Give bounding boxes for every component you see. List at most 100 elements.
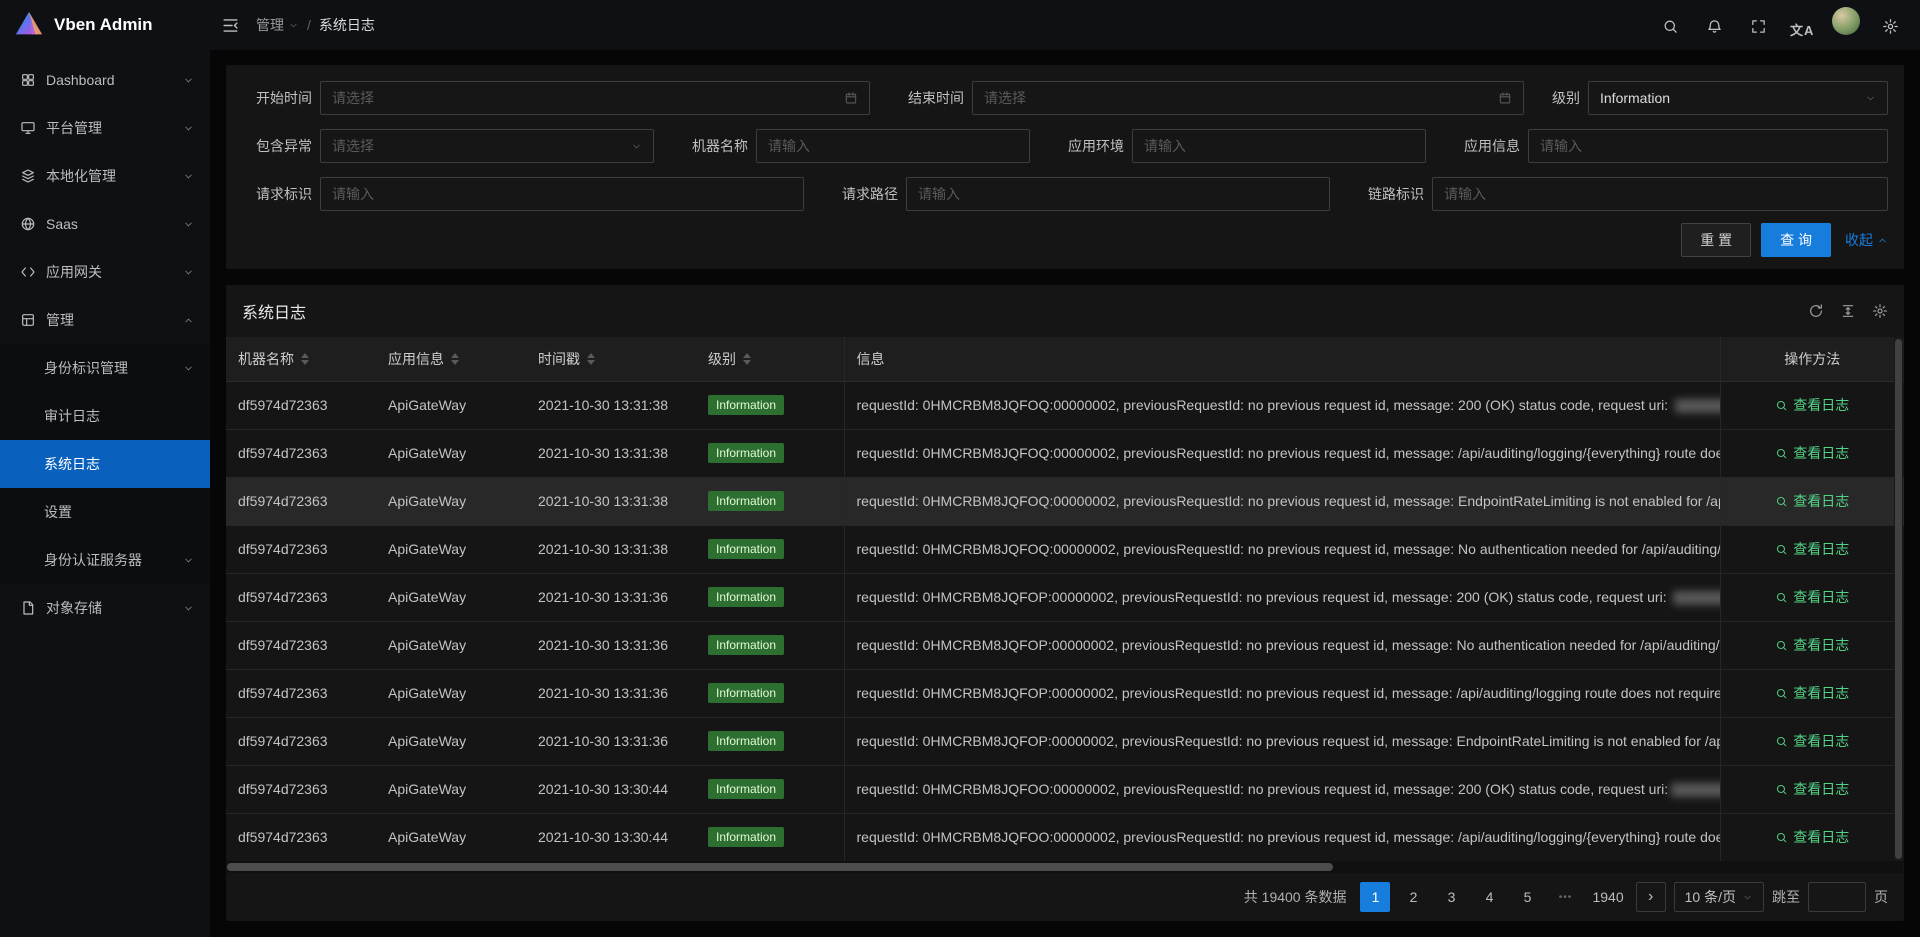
table-row[interactable]: df5974d72363ApiGateWay2021-10-30 13:31:3… — [226, 525, 1904, 573]
app-info-input[interactable] — [1540, 138, 1876, 154]
pagination-ellipsis: ••• — [1550, 882, 1580, 912]
sidebar-item-saas[interactable]: Saas — [0, 200, 210, 248]
search-icon — [1775, 639, 1788, 652]
sidebar-item-object-storage[interactable]: 对象存储 — [0, 584, 210, 632]
table-row[interactable]: df5974d72363ApiGateWay2021-10-30 13:30:4… — [226, 813, 1904, 861]
view-log-link[interactable]: 查看日志 — [1775, 395, 1849, 415]
sidebar-item-dashboard[interactable]: Dashboard — [0, 56, 210, 104]
app-environment-control[interactable] — [1132, 129, 1426, 163]
search-trigger[interactable] — [1651, 1, 1691, 51]
table-row[interactable]: df5974d72363ApiGateWay2021-10-30 13:31:3… — [226, 669, 1904, 717]
chevron-down-icon — [1742, 892, 1753, 903]
sort-icon[interactable] — [587, 353, 595, 365]
search-button[interactable]: 查 询 — [1761, 223, 1831, 257]
machine-name-input[interactable] — [768, 138, 1018, 154]
request-id-control[interactable] — [320, 177, 804, 211]
view-log-link[interactable]: 查看日志 — [1775, 539, 1849, 559]
end-time-picker[interactable] — [972, 81, 1524, 115]
sidebar-item-system-logs[interactable]: 系统日志 — [0, 440, 210, 488]
sidebar-item-localization[interactable]: 本地化管理 — [0, 152, 210, 200]
search-icon — [1775, 687, 1788, 700]
view-log-link[interactable]: 查看日志 — [1775, 491, 1849, 511]
horizontal-scrollbar-thumb[interactable] — [227, 863, 1333, 871]
column-header[interactable]: 应用信息 — [376, 337, 526, 381]
include-exception-select[interactable]: 请选择 — [320, 129, 654, 163]
level-select[interactable]: Information — [1588, 81, 1888, 115]
page-button[interactable]: 1 — [1360, 882, 1390, 912]
sidebar-item-settings[interactable]: 设置 — [0, 488, 210, 536]
view-log-link[interactable]: 查看日志 — [1775, 779, 1849, 799]
sidebar-item-auth-server[interactable]: 身份认证服务器 — [0, 536, 210, 584]
sidebar-item-platform[interactable]: 平台管理 — [0, 104, 210, 152]
table-row[interactable]: df5974d72363ApiGateWay2021-10-30 13:31:3… — [226, 477, 1904, 525]
app-info-control[interactable] — [1528, 129, 1888, 163]
chevron-down-icon — [183, 75, 194, 86]
view-log-link[interactable]: 查看日志 — [1775, 587, 1849, 607]
vertical-scrollbar[interactable] — [1894, 337, 1903, 861]
view-log-link[interactable]: 查看日志 — [1775, 827, 1849, 847]
settings-trigger[interactable] — [1870, 1, 1910, 51]
locale-trigger[interactable]: 文A — [1782, 4, 1822, 54]
reset-button[interactable]: 重 置 — [1681, 223, 1751, 257]
trace-id-input[interactable] — [1444, 186, 1876, 202]
sidebar-item-management[interactable]: 管理 — [0, 296, 210, 344]
vertical-scrollbar-thumb[interactable] — [1895, 339, 1902, 859]
table-row[interactable]: df5974d72363ApiGateWay2021-10-30 13:30:4… — [226, 765, 1904, 813]
fullscreen-trigger[interactable] — [1738, 1, 1778, 51]
collapse-link[interactable]: 收起 — [1845, 230, 1888, 250]
table-row[interactable]: df5974d72363ApiGateWay2021-10-30 13:31:3… — [226, 429, 1904, 477]
row-height-icon[interactable] — [1840, 303, 1856, 319]
page-size-select[interactable]: 10 条/页 — [1674, 882, 1764, 912]
machine-name-label: 机器名称 — [678, 136, 748, 156]
user-menu[interactable] — [1826, 0, 1866, 46]
sort-icon[interactable] — [451, 353, 459, 365]
page-button[interactable]: 2 — [1398, 882, 1428, 912]
notification-trigger[interactable] — [1694, 1, 1734, 51]
sidebar-item-audit-logs[interactable]: 审计日志 — [0, 392, 210, 440]
app-environment-label: 应用环境 — [1054, 136, 1124, 156]
end-time-input[interactable] — [984, 90, 1490, 106]
refresh-icon[interactable] — [1808, 303, 1824, 319]
logo[interactable]: Vben Admin — [0, 0, 210, 50]
action-cell: 查看日志 — [1720, 621, 1904, 669]
machine-name-cell: df5974d72363 — [226, 477, 376, 525]
page-button[interactable]: 1940 — [1588, 882, 1627, 912]
table-row[interactable]: df5974d72363ApiGateWay2021-10-30 13:31:3… — [226, 717, 1904, 765]
app-environment-input[interactable] — [1144, 138, 1414, 154]
breadcrumb-root[interactable]: 管理 — [256, 15, 299, 35]
column-header[interactable]: 时间戳 — [526, 337, 696, 381]
menu-fold-button[interactable] — [210, 0, 250, 50]
next-page-button[interactable]: › — [1636, 882, 1666, 912]
request-id-input[interactable] — [332, 186, 792, 202]
column-header[interactable]: 级别 — [696, 337, 844, 381]
table-row[interactable]: df5974d72363ApiGateWay2021-10-30 13:31:3… — [226, 621, 1904, 669]
app-info-cell: ApiGateWay — [376, 573, 526, 621]
start-time-picker[interactable] — [320, 81, 870, 115]
page-button[interactable]: 3 — [1436, 882, 1466, 912]
sort-icon[interactable] — [743, 353, 751, 365]
management-icon — [20, 312, 36, 328]
chevron-down-icon — [1865, 93, 1876, 104]
table-row[interactable]: df5974d72363ApiGateWay2021-10-30 13:31:3… — [226, 381, 1904, 429]
view-log-link[interactable]: 查看日志 — [1775, 683, 1849, 703]
level-cell: Information — [696, 525, 844, 573]
page-button[interactable]: 5 — [1512, 882, 1542, 912]
request-path-input[interactable] — [918, 186, 1318, 202]
column-header[interactable]: 机器名称 — [226, 337, 376, 381]
table-row[interactable]: df5974d72363ApiGateWay2021-10-30 13:31:3… — [226, 573, 1904, 621]
horizontal-scrollbar[interactable] — [227, 861, 1903, 873]
view-log-link[interactable]: 查看日志 — [1775, 635, 1849, 655]
sidebar-item-gateway[interactable]: 应用网关 — [0, 248, 210, 296]
request-path-control[interactable] — [906, 177, 1330, 211]
machine-name-control[interactable] — [756, 129, 1030, 163]
sort-icon[interactable] — [301, 353, 309, 365]
view-log-link[interactable]: 查看日志 — [1775, 731, 1849, 751]
start-time-input[interactable] — [332, 90, 836, 106]
view-log-link[interactable]: 查看日志 — [1775, 443, 1849, 463]
saas-icon — [20, 216, 36, 232]
jump-page-input[interactable] — [1808, 882, 1866, 912]
trace-id-control[interactable] — [1432, 177, 1888, 211]
sidebar-item-identity-management[interactable]: 身份标识管理 — [0, 344, 210, 392]
column-settings-icon[interactable] — [1872, 303, 1888, 319]
page-button[interactable]: 4 — [1474, 882, 1504, 912]
